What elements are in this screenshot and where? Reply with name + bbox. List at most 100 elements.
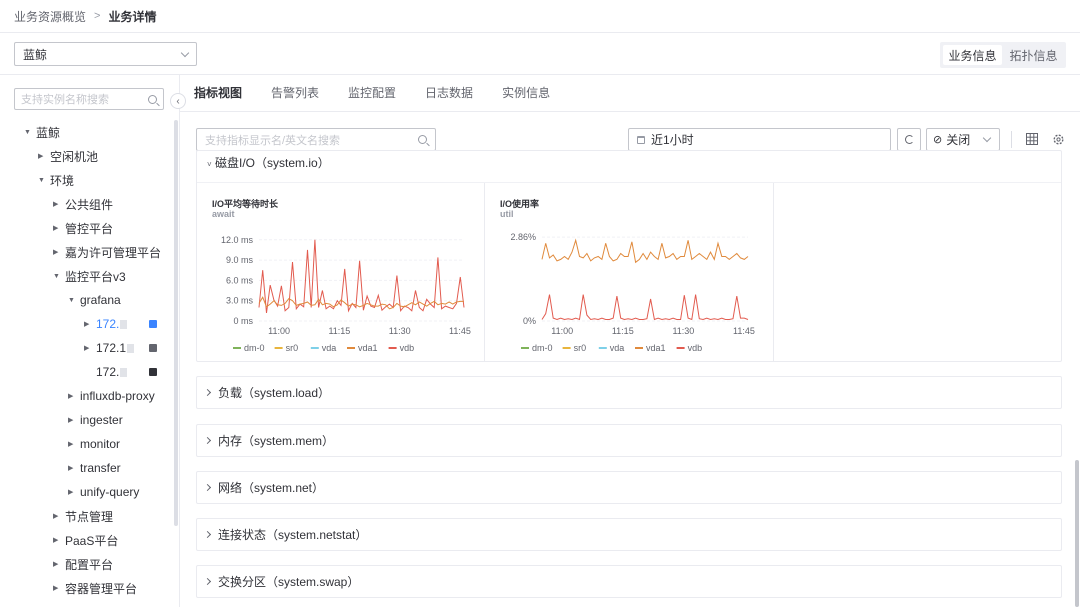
section-load[interactable]: 负载（system.load） xyxy=(196,376,1062,409)
collapse-sidebar-button[interactable]: ‹ xyxy=(170,93,186,109)
tree-node-label: 蓝鲸 xyxy=(36,125,61,140)
tree-node[interactable]: ▼ 蓝鲸 xyxy=(0,120,172,144)
header-divider xyxy=(0,32,1080,33)
x-tick-label: 11:00 xyxy=(551,326,573,336)
breadcrumb: 业务资源概览 > 业务详情 xyxy=(14,8,156,24)
time-range-picker[interactable]: 近1小时 xyxy=(628,128,891,151)
section-mem[interactable]: 内存（system.mem） xyxy=(196,424,1062,457)
section-netstat[interactable]: 连接状态（system.netstat） xyxy=(196,518,1062,551)
tree-node[interactable]: ▶ 管控平台 xyxy=(0,216,172,240)
caret-right-icon[interactable]: ▶ xyxy=(53,200,65,208)
tree-node-label: 172. xyxy=(96,317,120,331)
x-tick-label: 11:30 xyxy=(389,326,411,336)
tree-node-label: ingester xyxy=(80,413,123,427)
caret-right-icon[interactable]: ▶ xyxy=(53,560,65,568)
tree-node[interactable]: ▶ 172.1 xyxy=(0,336,172,360)
caret-right-icon[interactable]: ▶ xyxy=(68,488,80,496)
tree-node-label: influxdb-proxy xyxy=(80,389,155,403)
caret-right-icon[interactable]: ▶ xyxy=(53,224,65,232)
topology-info-toggle[interactable]: 拓扑信息 xyxy=(1004,45,1063,65)
disk-io-header[interactable]: ˅ 磁盘I/O（system.io） xyxy=(207,154,330,170)
caret-right-icon[interactable]: ▶ xyxy=(68,464,80,472)
tree-node-label: PaaS平台 xyxy=(65,533,119,548)
section-title: 网络（system.net） xyxy=(218,481,325,495)
caret-right-icon[interactable]: ▶ xyxy=(38,152,50,160)
tree-node[interactable]: ▶ ingester xyxy=(0,408,172,432)
caret-right-icon[interactable]: ▶ xyxy=(68,416,80,424)
chevron-down-icon xyxy=(982,133,992,143)
instance-search-input[interactable]: 支持实例名称搜索 xyxy=(14,88,164,110)
tree-node-label: monitor xyxy=(80,437,121,451)
tab-monitor-config[interactable]: 监控配置 xyxy=(348,84,396,104)
tree-node[interactable]: ▼ grafana xyxy=(0,288,172,312)
search-icon[interactable] xyxy=(148,94,157,104)
tree-node-label: 配置平台 xyxy=(65,557,114,572)
caret-right-icon[interactable]: ▶ xyxy=(84,320,96,328)
caret-right-icon[interactable]: ▶ xyxy=(84,344,96,352)
caret-right-icon[interactable]: ▶ xyxy=(53,536,65,544)
calendar-icon xyxy=(637,135,645,144)
tab-instance-info[interactable]: 实例信息 xyxy=(502,84,550,104)
caret-down-icon[interactable]: ▼ xyxy=(24,129,36,136)
tree-node[interactable]: ▶ 公共组件 xyxy=(0,192,172,216)
breadcrumb-parent-link[interactable]: 业务资源概览 xyxy=(14,8,86,25)
tree-node[interactable]: ▶ 172. xyxy=(0,312,172,336)
tree-scrollbar[interactable] xyxy=(174,120,178,526)
tree-node-label: transfer xyxy=(80,461,121,475)
tab-log-data[interactable]: 日志数据 xyxy=(425,84,473,104)
disk-io-panel: ˅ 磁盘I/O（system.io） I/O平均等待时长 await 0 ms 3… xyxy=(196,150,1062,362)
tab-alarm-list[interactable]: 告警列表 xyxy=(271,84,319,104)
tree-node[interactable]: ▶ influxdb-proxy xyxy=(0,384,172,408)
tree-node[interactable]: ▶ transfer xyxy=(0,456,172,480)
y-tick-label: 2.86% xyxy=(510,232,536,242)
tree-node[interactable]: ▶ monitor xyxy=(0,432,172,456)
tree-node-label: 管控平台 xyxy=(65,221,114,236)
section-net[interactable]: 网络（system.net） xyxy=(196,471,1062,504)
tree-node[interactable]: ▶ 配置平台 xyxy=(0,552,172,576)
refresh-button[interactable] xyxy=(897,128,921,151)
chart-subtitle: await xyxy=(212,209,235,219)
tree-node[interactable]: ▶ 嘉为许可管理平台 xyxy=(0,240,172,264)
x-tick-label: 11:15 xyxy=(328,326,350,336)
tree-node[interactable]: ▼ 监控平台v3 xyxy=(0,264,172,288)
grid-layout-icon[interactable] xyxy=(1026,133,1038,145)
y-tick-label: 12.0 ms xyxy=(221,235,254,245)
caret-right-icon[interactable]: ▶ xyxy=(53,512,65,520)
gear-icon[interactable] xyxy=(1052,133,1065,146)
tree-node[interactable]: ▶ 容器管理平台 xyxy=(0,576,172,600)
chart-subtitle: util xyxy=(500,209,514,219)
tree-node-label: 公共组件 xyxy=(65,197,114,212)
caret-right-icon[interactable]: ▶ xyxy=(53,248,65,256)
caret-right-icon[interactable]: ▶ xyxy=(53,584,65,592)
tree-node[interactable]: 172. xyxy=(0,360,172,384)
tree-node[interactable]: ▶ 节点管理 xyxy=(0,504,172,528)
auto-refresh-select[interactable]: ⊘ 关闭 xyxy=(926,128,1000,151)
section-swap[interactable]: 交换分区（system.swap） xyxy=(196,565,1062,598)
tree-node[interactable]: ▼ 环境 xyxy=(0,168,172,192)
chevron-right-icon xyxy=(203,436,212,445)
tree-node-label: grafana xyxy=(80,293,121,307)
tree-node[interactable]: ▶ 空闲机池 xyxy=(0,144,172,168)
tree-node[interactable]: ▶ PaaS平台 xyxy=(0,528,172,552)
page-scrollbar[interactable] xyxy=(1075,460,1079,607)
legend-label: sr0 xyxy=(286,343,299,353)
legend-label: vda xyxy=(610,343,625,353)
business-select[interactable]: 蓝鲸 xyxy=(14,42,197,66)
legend-label: dm-0 xyxy=(532,343,553,353)
caret-down-icon[interactable]: ▼ xyxy=(53,273,65,280)
caret-down-icon[interactable]: ▼ xyxy=(38,177,50,184)
caret-right-icon[interactable]: ▶ xyxy=(68,440,80,448)
series-line xyxy=(541,238,749,264)
metric-search-input[interactable]: 支持指标显示名/英文名搜索 xyxy=(196,128,436,151)
tree-node-label: 172. xyxy=(96,365,120,379)
caret-right-icon[interactable]: ▶ xyxy=(68,392,80,400)
legend-swatch xyxy=(562,347,571,349)
chevron-right-icon xyxy=(203,483,212,492)
tab-metric-view[interactable]: 指标视图 xyxy=(194,84,242,104)
tree-node[interactable]: ▶ unify-query xyxy=(0,480,172,504)
caret-down-icon[interactable]: ▼ xyxy=(68,297,80,304)
auto-refresh-value: 关闭 xyxy=(946,133,971,147)
business-info-toggle[interactable]: 业务信息 xyxy=(943,45,1002,65)
search-icon[interactable] xyxy=(418,135,427,144)
legend-label: vda1 xyxy=(646,343,666,353)
